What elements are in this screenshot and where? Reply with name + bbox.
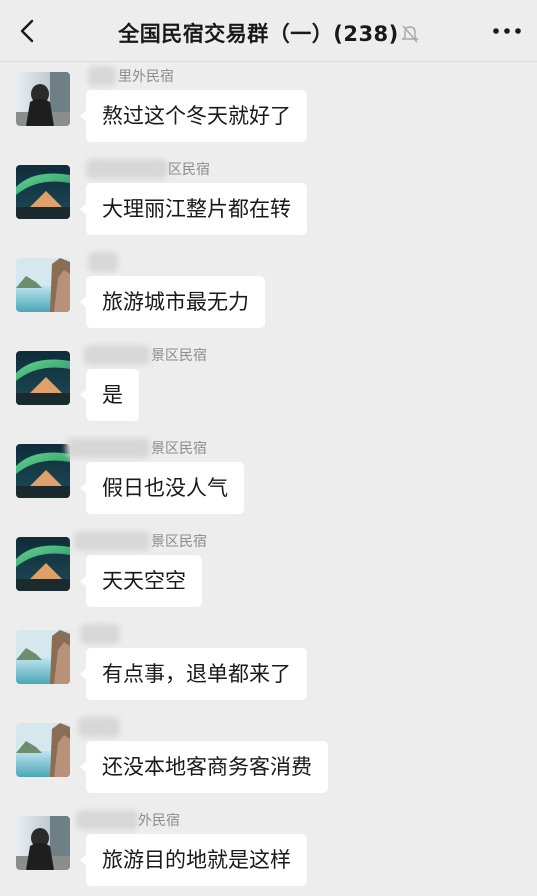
avatar[interactable] — [16, 723, 70, 777]
aurora-tent-photo — [16, 444, 70, 498]
message-bubble[interactable]: 还没本地客商务客消费 — [80, 741, 328, 793]
avatar[interactable] — [16, 816, 70, 870]
sender-name: 外民宿 — [138, 813, 180, 829]
message-bubble[interactable]: 有点事，退单都来了 — [80, 648, 307, 700]
avatar[interactable] — [16, 165, 70, 219]
message-item: 里外民宿 熬过这个冬天就好了 — [0, 62, 537, 155]
message-bubble[interactable]: 大理丽江整片都在转 — [80, 183, 307, 235]
message-bubble[interactable]: 旅游目的地就是这样 — [80, 834, 307, 886]
bell-off-icon — [401, 25, 419, 43]
sender-name: 区民宿 — [168, 162, 210, 178]
aurora-tent-photo — [16, 351, 70, 405]
more-dots-icon[interactable] — [491, 18, 523, 44]
person-dog-photo — [16, 816, 70, 870]
nickname-blur — [76, 810, 138, 830]
aurora-tent-photo — [16, 165, 70, 219]
chat-header: 全国民宿交易群（一）(238) — [0, 0, 537, 62]
nickname-blur — [66, 438, 150, 458]
sender-name: 景区民宿 — [151, 534, 207, 550]
message-bubble[interactable]: 是 — [80, 369, 139, 421]
nickname-blur — [86, 159, 168, 179]
aurora-tent-photo — [16, 537, 70, 591]
nickname-blur — [78, 717, 120, 737]
avatar[interactable] — [16, 258, 70, 312]
coastal-cliff-photo — [16, 630, 70, 684]
sender-name: 景区民宿 — [151, 348, 207, 364]
message-item: 还没本地客商务客消费 — [0, 713, 537, 806]
chat-title-text: 全国民宿交易群（一）(238) — [118, 22, 399, 46]
avatar[interactable] — [16, 444, 70, 498]
message-bubble[interactable]: 假日也没人气 — [80, 462, 244, 514]
coastal-cliff-photo — [16, 723, 70, 777]
nickname-blur — [84, 345, 150, 365]
chat-title: 全国民宿交易群（一）(238) — [0, 18, 537, 48]
message-item: 景区民宿 是 — [0, 341, 537, 434]
nickname-blur — [74, 531, 150, 551]
nickname-blur — [88, 252, 118, 272]
avatar[interactable] — [16, 351, 70, 405]
avatar[interactable] — [16, 630, 70, 684]
message-bubble[interactable]: 旅游城市最无力 — [80, 276, 265, 328]
nickname-blur — [80, 624, 120, 644]
avatar[interactable] — [16, 72, 70, 126]
message-item: 有点事，退单都来了 — [0, 620, 537, 713]
message-item: 外民宿 旅游目的地就是这样 — [0, 806, 537, 896]
sender-name: 景区民宿 — [151, 441, 207, 457]
message-bubble[interactable]: 天天空空 — [80, 555, 202, 607]
message-item: 旅游城市最无力 — [0, 248, 537, 341]
sender-name: 里外民宿 — [118, 69, 174, 85]
person-dog-photo — [16, 72, 70, 126]
message-item: 景区民宿 假日也没人气 — [0, 434, 537, 527]
message-item: 景区民宿 天天空空 — [0, 527, 537, 620]
avatar[interactable] — [16, 537, 70, 591]
message-item: 区民宿 大理丽江整片都在转 — [0, 155, 537, 248]
nickname-blur — [88, 66, 116, 86]
message-bubble[interactable]: 熬过这个冬天就好了 — [80, 90, 307, 142]
coastal-cliff-photo — [16, 258, 70, 312]
